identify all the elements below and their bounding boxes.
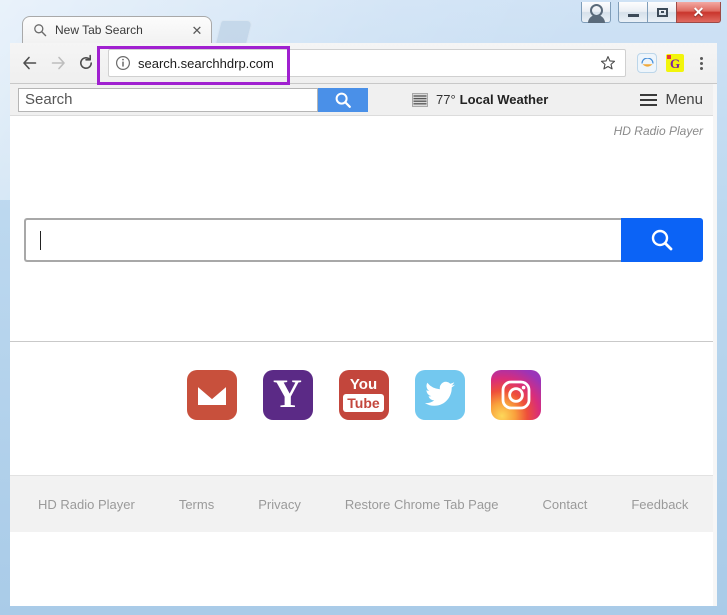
footer-link-restore-chrome-tab-page[interactable]: Restore Chrome Tab Page (345, 497, 499, 512)
browser-toolbar: search.searchhdrp.com G (10, 43, 717, 84)
gmail-envelope-icon (196, 383, 227, 405)
browser-tab[interactable]: New Tab Search ✕ (22, 16, 212, 43)
minimize-icon (627, 13, 639, 17)
tab-close-icon[interactable]: ✕ (189, 22, 205, 38)
content-bottom-space (10, 447, 717, 475)
header-search-input[interactable]: Search (18, 87, 318, 112)
shortcut-gmail[interactable] (186, 369, 237, 420)
youtube-you-text: You (349, 376, 378, 393)
shortcut-twitter[interactable] (414, 369, 465, 420)
footer-link-feedback[interactable]: Feedback (631, 497, 688, 512)
brand-line: HD Radio Player (10, 116, 717, 146)
user-account-button[interactable] (581, 2, 611, 23)
twitter-bird-icon (424, 381, 455, 406)
weather-widget[interactable]: 77° Local Weather (412, 92, 548, 107)
browser-window: ✕ New Tab Search ✕ search.searchhdrp.com… (0, 0, 727, 615)
info-circle-icon[interactable] (115, 55, 131, 71)
maximize-icon (656, 7, 668, 17)
cloud-extension-icon[interactable] (634, 50, 660, 76)
minimize-button[interactable] (618, 2, 647, 23)
bookmark-star-icon[interactable] (597, 55, 619, 71)
weather-temperature: 77° (436, 92, 456, 107)
forward-button[interactable] (44, 49, 72, 77)
maximize-button[interactable] (647, 2, 676, 23)
shortcut-youtube[interactable]: You Tube (338, 369, 389, 420)
shortcut-instagram[interactable] (490, 369, 541, 420)
text-caret (40, 230, 41, 250)
close-window-button[interactable]: ✕ (676, 2, 721, 23)
main-search-input[interactable] (24, 218, 621, 262)
youtube-icon: You Tube (343, 376, 384, 412)
tab-title: New Tab Search (55, 23, 143, 37)
address-bar[interactable]: search.searchhdrp.com (108, 49, 626, 77)
search-icon (651, 229, 673, 251)
header-search-button[interactable] (318, 87, 368, 112)
g-extension-icon[interactable]: G (662, 50, 688, 76)
close-icon: ✕ (692, 4, 705, 20)
site-menu-label: Menu (665, 91, 703, 108)
brand-name: HD Radio Player (613, 124, 703, 138)
new-tab-button[interactable] (215, 20, 253, 44)
hero-top-spacer (10, 146, 717, 216)
footer-link-contact[interactable]: Contact (543, 497, 588, 512)
weather-fog-icon (412, 92, 428, 107)
search-icon (335, 92, 351, 108)
youtube-tube-text: Tube (343, 394, 384, 412)
site-header: Search 77° Local Weather Menu (10, 84, 717, 116)
address-bar-url: search.searchhdrp.com (138, 55, 274, 71)
main-search-row (10, 216, 717, 264)
hero-section (10, 146, 717, 341)
page-content: Search 77° Local Weather Menu HD Radio P… (10, 84, 717, 606)
shortcut-yahoo[interactable]: Y (262, 369, 313, 420)
window-caption-controls: ✕ (581, 2, 721, 23)
shortcut-icon-row: Y You Tube (10, 342, 717, 447)
site-footer: HD Radio Player Terms Privacy Restore Ch… (10, 475, 717, 532)
yahoo-y-icon: Y (273, 370, 302, 416)
weather-label: Local Weather (459, 92, 549, 107)
search-icon (33, 23, 47, 37)
hamburger-icon (640, 93, 658, 106)
back-button[interactable] (16, 49, 44, 77)
main-search-button[interactable] (621, 218, 703, 262)
footer-link-privacy[interactable]: Privacy (258, 497, 301, 512)
hero-bottom-spacer (10, 264, 717, 286)
site-menu-button[interactable]: Menu (640, 91, 703, 108)
instagram-camera-icon (501, 380, 530, 409)
header-search-group: Search (18, 87, 368, 112)
page-scrollbar[interactable] (713, 84, 717, 606)
user-icon (587, 4, 605, 23)
footer-link-terms[interactable]: Terms (179, 497, 214, 512)
reload-button[interactable] (72, 49, 100, 77)
footer-link-hd-radio-player[interactable]: HD Radio Player (38, 497, 135, 512)
chrome-menu-button[interactable] (691, 50, 711, 76)
